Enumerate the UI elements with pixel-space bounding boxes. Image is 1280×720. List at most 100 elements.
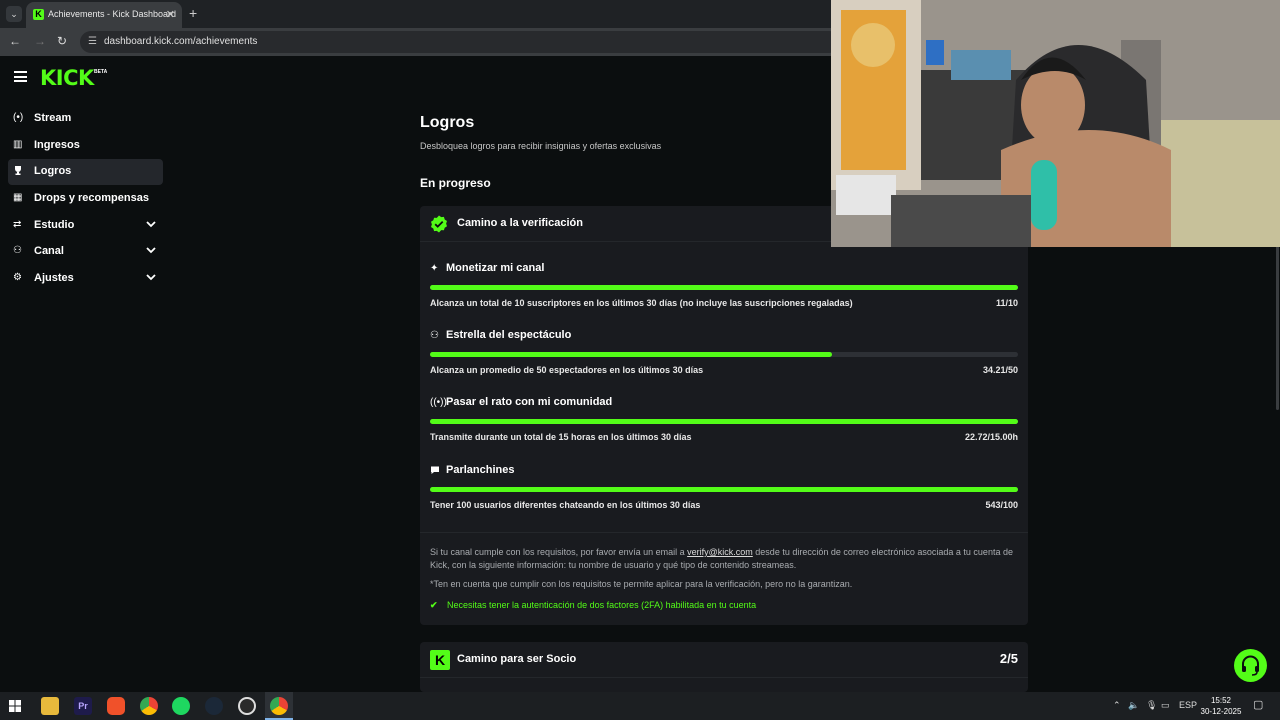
sidebar-item-drops[interactable]: ▦ Drops y recompensas (8, 186, 163, 212)
url-text: dashboard.kick.com/achievements (104, 36, 258, 47)
sidebar-item-stream[interactable]: (•) Stream (8, 106, 163, 132)
windows-start-icon[interactable] (9, 700, 21, 712)
obs-icon[interactable] (238, 697, 256, 715)
task-value: 11/10 (995, 298, 1018, 308)
requirement-text: Necesitas tener la autenticación de dos … (447, 600, 757, 610)
tray-chevron-icon[interactable]: ⌃ (1113, 700, 1121, 711)
brave-browser-icon[interactable] (107, 697, 125, 715)
taskbar-clock[interactable]: 15:52 30-12-2025 (1198, 695, 1244, 717)
chevron-down-icon[interactable] (144, 243, 158, 257)
task-value: 22.72/15.00h (964, 432, 1018, 442)
partner-card-header[interactable]: K Camino para ser Socio 2/5 (420, 642, 1028, 678)
sidebar-item-label: Drops y recompensas (34, 192, 149, 204)
page-subtitle: Desbloquea logros para recibir insignias… (420, 141, 662, 151)
browser-tab[interactable]: K Achievements - Kick Dashboard ✕ (26, 2, 182, 28)
clock-time: 15:52 (1210, 696, 1232, 705)
language-indicator[interactable]: ESP (1179, 700, 1197, 710)
beta-label: BETA (94, 69, 108, 75)
chart-icon: ▥ (13, 139, 23, 150)
forward-icon[interactable]: → (34, 34, 46, 48)
reload-icon[interactable]: ↻ (57, 34, 67, 48)
chevron-down-icon[interactable] (144, 270, 158, 284)
chat-icon (430, 465, 440, 478)
task-value: 543/100 (985, 500, 1018, 510)
task-name: Monetizar mi canal (446, 262, 545, 274)
kick-logo-icon: K (430, 650, 450, 670)
partner-card-title: Camino para ser Socio (457, 653, 577, 665)
requirement-2fa: ✔ Necesitas tener la autenticación de dos… (430, 600, 756, 611)
broadcast-icon: (•) (13, 112, 24, 123)
sidebar-item-label: Estudio (34, 219, 75, 231)
headset-icon (1242, 655, 1259, 676)
microphone-icon[interactable]: 🎙 (1146, 700, 1157, 711)
gift-icon: ▦ (13, 192, 23, 203)
sidebar-item-label: Ajustes (34, 272, 74, 284)
premiere-pro-icon[interactable]: Pr (74, 697, 92, 715)
notification-icon[interactable]: ▢ (1253, 698, 1263, 711)
progress-track (430, 487, 1018, 492)
menu-icon[interactable] (14, 71, 27, 82)
divider (420, 532, 1028, 533)
progress-fill (430, 285, 1018, 290)
partner-card[interactable]: K Camino para ser Socio 2/5 (420, 642, 1028, 692)
chrome-icon[interactable] (140, 697, 158, 715)
webcam-overlay (831, 0, 1280, 247)
sidebar-item-ajustes[interactable]: ⚙ Ajustes (8, 266, 163, 292)
back-icon[interactable]: ← (9, 34, 21, 48)
sidebar-item-logros[interactable]: Logros (8, 159, 163, 185)
gear-icon: ⚙ (13, 272, 22, 283)
new-tab-icon[interactable]: + (189, 5, 197, 21)
sparkle-icon: ✦ (430, 263, 439, 274)
section-title: En progreso (420, 176, 491, 190)
verification-note: Si tu canal cumple con los requisitos, p… (430, 546, 1020, 572)
progress-track (430, 419, 1018, 424)
speaker-icon[interactable]: 🔈 (1128, 700, 1139, 711)
chevron-down-icon[interactable] (144, 217, 158, 231)
tab-title: Achievements - Kick Dashboard (48, 9, 177, 19)
sidebar-item-label: Stream (34, 112, 72, 124)
tab-close-icon[interactable]: ✕ (166, 8, 175, 21)
windows-taskbar: Pr ⌃ 🔈 🎙 ▭ ESP 15:52 30-12-2025 ▢ (0, 692, 1280, 720)
partner-progress-count: 2/5 (999, 651, 1018, 666)
sidebar-item-ingresos[interactable]: ▥ Ingresos (8, 133, 163, 159)
progress-track (430, 285, 1018, 290)
url-input[interactable]: ☰ dashboard.kick.com/achievements (80, 31, 840, 53)
verification-card-title: Camino a la verificación (457, 217, 583, 229)
kick-logo[interactable]: KICK (40, 66, 94, 90)
sidebar-item-label: Canal (34, 245, 64, 257)
chrome-active-icon[interactable] (270, 697, 288, 715)
sidebar-item-canal[interactable]: ⚇ Canal (8, 239, 163, 265)
verify-email-link[interactable]: verify@kick.com (687, 547, 753, 557)
network-icon[interactable]: ▭ (1161, 700, 1170, 711)
site-info-icon[interactable]: ☰ (88, 36, 97, 47)
kick-favicon-icon: K (33, 9, 44, 20)
task-description: Alcanza un total de 10 suscriptores en l… (430, 298, 853, 308)
sliders-icon: ⇄ (13, 219, 22, 230)
users-icon: ⚇ (13, 245, 22, 256)
verification-disclaimer: *Ten en cuenta que cumplir con los requi… (430, 579, 853, 589)
task-description: Tener 100 usuarios diferentes chateando … (430, 500, 701, 510)
task-name: Pasar el rato con mi comunidad (446, 396, 613, 408)
spotify-icon[interactable] (172, 697, 190, 715)
task-description: Alcanza un promedio de 50 espectadores e… (430, 365, 704, 375)
tab-search-icon[interactable]: ⌄ (6, 6, 22, 22)
progress-track (430, 352, 1018, 357)
clock-date: 30-12-2025 (1200, 707, 1242, 716)
check-icon: ✔ (430, 600, 438, 610)
sidebar-item-label: Ingresos (34, 139, 80, 151)
trophy-icon (13, 165, 23, 178)
task-name: Parlanchines (446, 464, 515, 476)
task-name: Estrella del espectáculo (446, 329, 572, 341)
file-explorer-icon[interactable] (41, 697, 59, 715)
support-chat-button[interactable] (1234, 649, 1267, 682)
webcam-image (831, 0, 1280, 247)
broadcast-icon: ((•)) (430, 397, 447, 408)
sidebar-item-label: Logros (34, 165, 72, 177)
task-description: Transmite durante un total de 15 horas e… (430, 432, 692, 442)
task-value: 34.21/50 (982, 365, 1018, 375)
steam-icon[interactable] (205, 697, 223, 715)
verified-badge-icon (431, 215, 447, 233)
progress-fill (430, 352, 833, 357)
note-text: Si tu canal cumple con los requisitos, p… (430, 547, 688, 557)
sidebar-item-estudio[interactable]: ⇄ Estudio (8, 213, 163, 239)
